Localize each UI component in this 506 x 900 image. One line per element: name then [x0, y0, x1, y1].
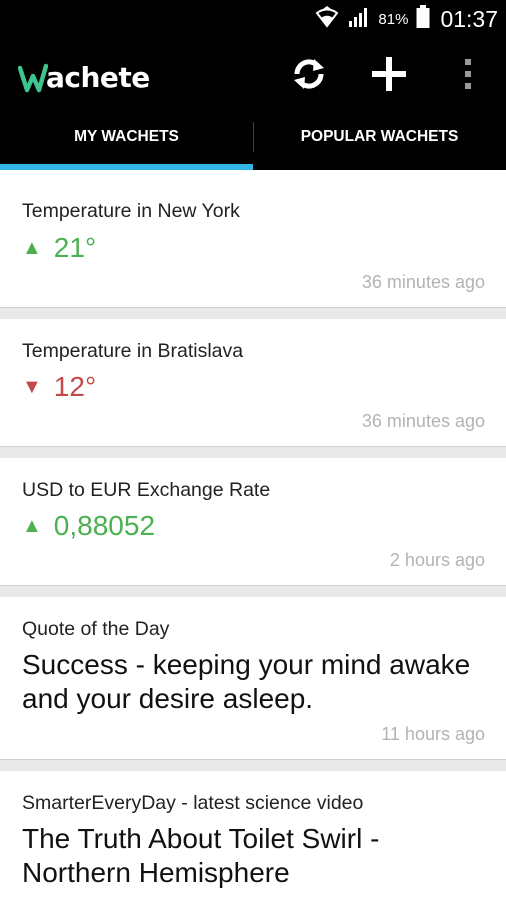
wachet-value-text: 12° — [53, 371, 97, 402]
tab-my-wachets[interactable]: MY WACHETS — [0, 110, 253, 170]
battery-percent: 81% — [378, 10, 409, 28]
trend-up-icon: ▲ — [22, 236, 42, 259]
wachet-timestamp: 2 hours ago — [389, 550, 485, 570]
signal-icon — [348, 6, 370, 33]
wachet-content: Success - keeping your mind awake and yo… — [22, 649, 471, 714]
overflow-menu-button[interactable] — [446, 52, 490, 96]
refresh-icon — [294, 59, 324, 89]
app-bar: achete — [0, 38, 506, 110]
wachet-value: ▲ 21° — [22, 232, 96, 264]
add-icon — [372, 57, 406, 91]
logo-w-mark — [18, 63, 48, 93]
wachet-title: Temperature in Bratislava — [22, 340, 244, 362]
more-vert-icon — [465, 59, 471, 89]
wachet-value-text: 21° — [53, 232, 97, 263]
trend-up-icon: ▲ — [22, 514, 42, 537]
tab-divider — [253, 122, 254, 152]
wachet-value-text: 0,88052 — [53, 510, 156, 541]
refresh-button[interactable] — [287, 52, 331, 96]
wachet-timestamp: 11 hours ago — [381, 724, 485, 744]
wachet-title: Quote of the Day — [22, 618, 170, 640]
wachet-title: USD to EUR Exchange Rate — [22, 479, 271, 501]
wachet-value: ▼ 12° — [22, 371, 96, 403]
wachet-value: ▲ 0,88052 — [22, 510, 155, 542]
add-wachet-button[interactable] — [367, 52, 411, 96]
wachet-card[interactable]: Temperature in New York ▲ 21° 36 minutes… — [0, 170, 506, 308]
wachet-list[interactable]: Temperature in New York ▲ 21° 36 minutes… — [0, 170, 506, 900]
app-logo: achete — [18, 54, 150, 94]
wifi-icon — [314, 5, 340, 33]
trend-down-icon: ▼ — [22, 375, 42, 398]
tab-label: MY WACHETS — [74, 128, 179, 145]
clock: 01:37 — [440, 5, 498, 32]
wachet-card[interactable]: Temperature in Bratislava ▼ 12° 36 minut… — [0, 319, 506, 447]
wachet-timestamp: 36 minutes ago — [361, 411, 485, 431]
tab-popular-wachets[interactable]: POPULAR WACHETS — [253, 110, 506, 170]
status-bar: 81% 01:37 — [0, 0, 506, 38]
app-name: achete — [46, 61, 150, 94]
battery-icon — [416, 4, 430, 34]
wachet-content: The Truth About Toilet Swirl - Northern … — [22, 823, 380, 888]
wachet-card[interactable]: SmarterEveryDay - latest science video T… — [0, 771, 506, 900]
wachet-timestamp: 36 minutes ago — [361, 272, 485, 292]
wachet-card[interactable]: Quote of the Day Success - keeping your … — [0, 597, 506, 760]
tab-label: POPULAR WACHETS — [300, 128, 459, 145]
wachet-title: Temperature in New York — [22, 200, 240, 222]
wachet-title: SmarterEveryDay - latest science video — [22, 792, 364, 814]
wachet-card[interactable]: USD to EUR Exchange Rate ▲ 0,88052 2 hou… — [0, 458, 506, 586]
